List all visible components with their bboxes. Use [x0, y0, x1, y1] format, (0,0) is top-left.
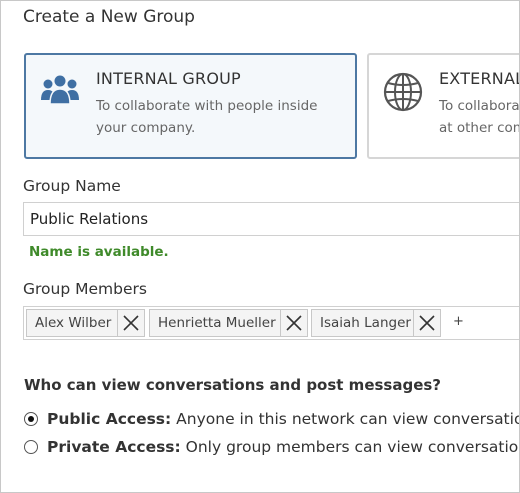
external-group-title: EXTERNAL [439, 69, 520, 88]
external-group-description: To collabora at other com [439, 98, 520, 136]
public-access-description: Anyone in this network can view conversa… [171, 410, 520, 428]
add-member-button[interactable]: + [453, 314, 464, 329]
group-members-input[interactable]: Alex Wilber Henrietta Mueller Isaiah Lan… [23, 306, 519, 340]
public-access-title: Public Access: [47, 410, 172, 428]
dialog-title: Create a New Group [23, 7, 195, 27]
internal-group-title: INTERNAL GROUP [96, 69, 241, 88]
member-name: Henrietta Mueller [158, 315, 276, 331]
member-name: Alex Wilber [35, 315, 112, 331]
group-name-label: Group Name [23, 177, 121, 195]
name-availability-status: Name is available. [29, 244, 169, 260]
public-access-radio[interactable] [24, 412, 38, 426]
people-group-icon [40, 74, 80, 112]
group-name-value: Public Relations [30, 210, 149, 228]
create-group-dialog: Create a New Group INTERNAL GROUP To col… [0, 0, 520, 493]
member-name: Isaiah Langer [320, 315, 411, 331]
internal-group-card[interactable]: INTERNAL GROUP To collaborate with peopl… [24, 53, 357, 159]
internal-group-description: To collaborate with people inside your c… [96, 98, 318, 136]
member-chip: Isaiah Langer [311, 309, 441, 337]
private-access-radio[interactable] [24, 440, 38, 454]
remove-member-icon[interactable] [280, 310, 307, 336]
remove-member-icon[interactable] [413, 310, 440, 336]
remove-member-icon[interactable] [117, 310, 144, 336]
globe-icon [383, 72, 423, 116]
private-access-title: Private Access: [47, 438, 181, 456]
group-members-label: Group Members [23, 280, 147, 298]
external-group-card[interactable]: EXTERNAL To collabora at other com [367, 53, 520, 159]
member-chip: Alex Wilber [26, 309, 145, 337]
group-name-input[interactable]: Public Relations [23, 202, 519, 236]
private-access-description: Only group members can view conversation… [180, 438, 520, 456]
member-chip: Henrietta Mueller [149, 309, 308, 337]
privacy-question: Who can view conversations and post mess… [24, 376, 442, 394]
